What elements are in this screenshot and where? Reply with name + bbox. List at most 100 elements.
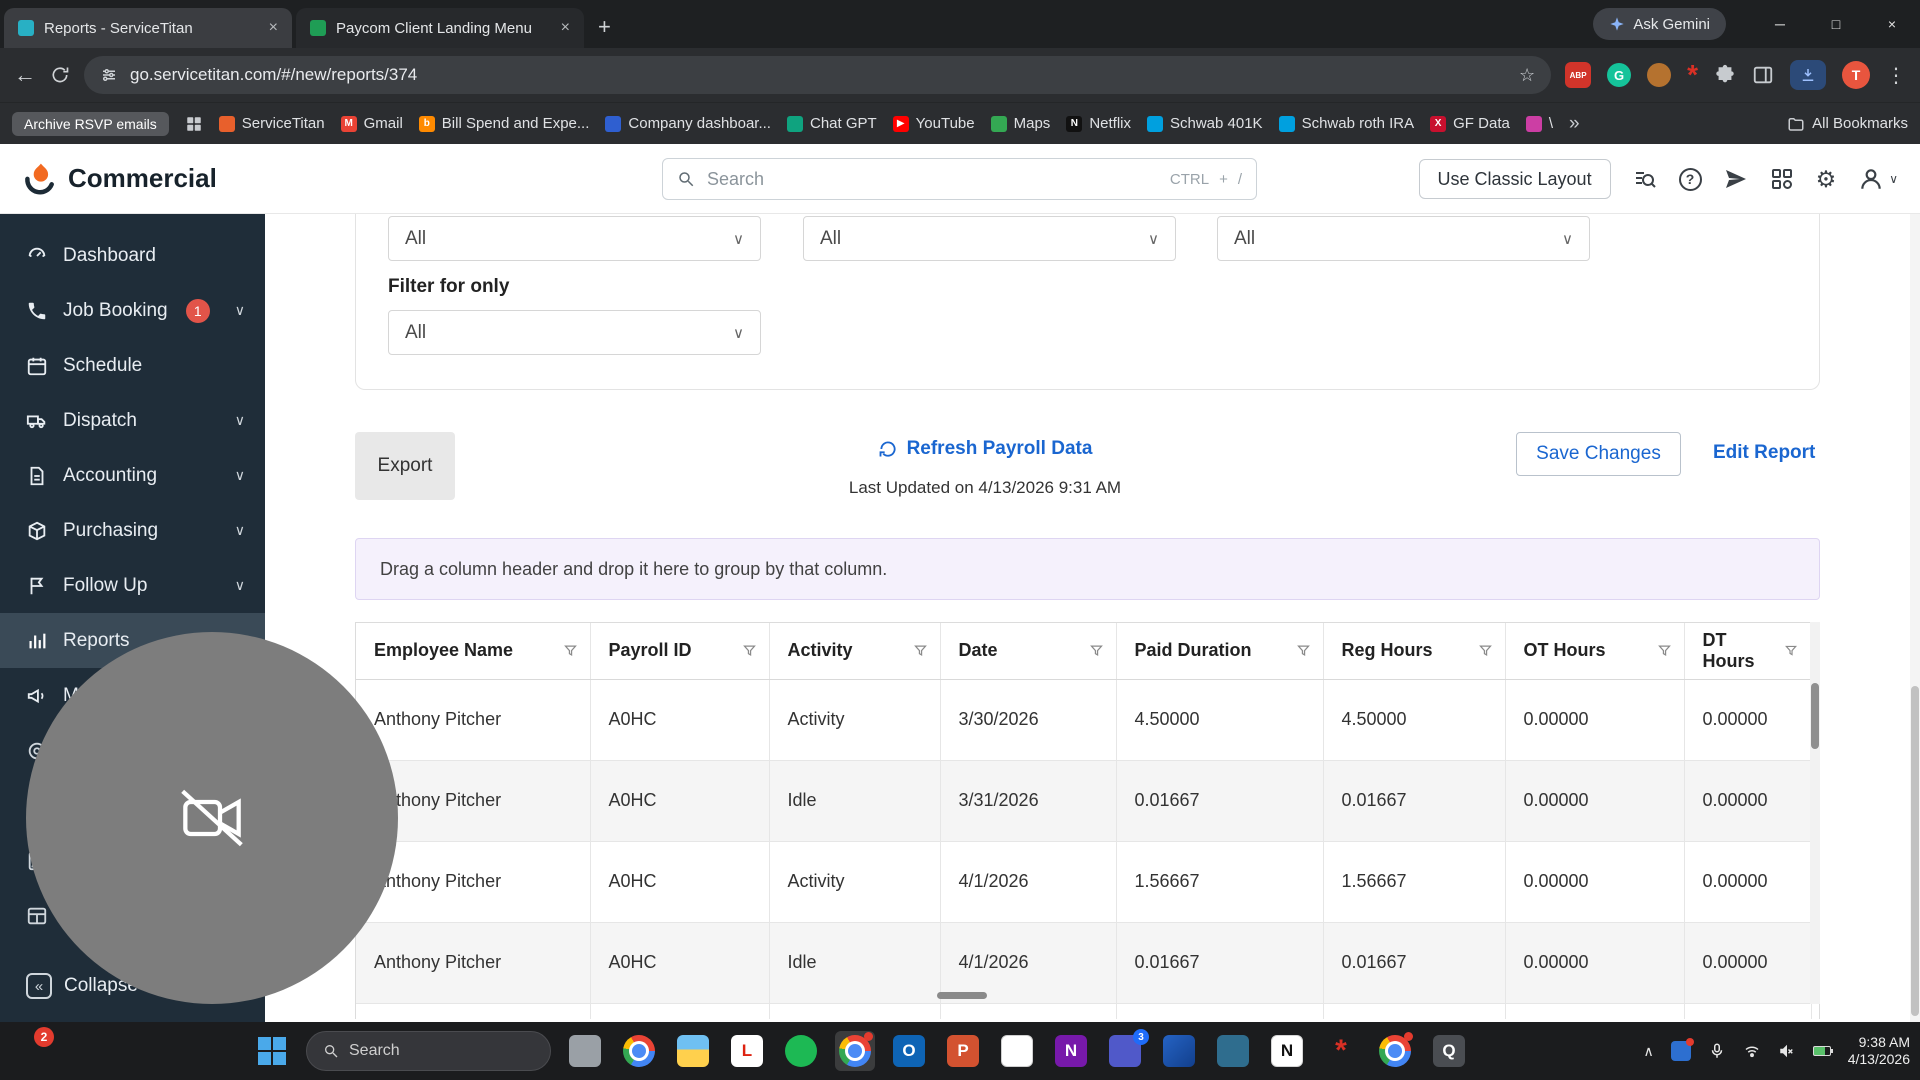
taskbar-icon-q-app[interactable]: Q	[1429, 1031, 1469, 1071]
taskbar-icon-red-asterisk-app[interactable]: *	[1321, 1031, 1361, 1071]
scrollbar-thumb[interactable]	[1811, 683, 1819, 749]
reload-icon[interactable]	[50, 65, 70, 85]
marketplace-grid-icon[interactable]	[1770, 167, 1794, 191]
hidden-icons-chevron[interactable]: ∧	[1643, 1043, 1653, 1060]
taskbar-icon-file-explorer[interactable]	[673, 1031, 713, 1071]
tray-app-icon[interactable]	[1670, 1038, 1694, 1061]
extensions-puzzle-icon[interactable]	[1714, 64, 1736, 86]
bookmark-schwab-401k[interactable]: Schwab 401K	[1147, 115, 1263, 132]
table-horizontal-scrollbar[interactable]	[937, 992, 987, 999]
bookmark-star-icon[interactable]: ☆	[1519, 65, 1535, 86]
taskbar-icon-powerpoint[interactable]: P	[943, 1031, 983, 1071]
grammarly-extension-icon[interactable]: G	[1607, 63, 1632, 87]
bookmark-maps[interactable]: Maps	[990, 115, 1050, 132]
monkey-extension-icon[interactable]	[1647, 63, 1672, 87]
bookmark-chatgpt[interactable]: Chat GPT	[786, 115, 877, 132]
taskbar-icon-onenote[interactable]: N	[1051, 1031, 1091, 1071]
maximize-button[interactable]: □	[1808, 0, 1864, 48]
sidebar-item-accounting[interactable]: Accounting ∨	[0, 448, 265, 503]
side-panel-icon[interactable]	[1752, 64, 1774, 86]
archive-rsvp-pill[interactable]: Archive RSVP emails	[12, 111, 169, 136]
export-button[interactable]: Export	[355, 432, 455, 500]
sidebar-item-dispatch[interactable]: Dispatch ∨	[0, 393, 265, 448]
filter-funnel-icon[interactable]	[1478, 643, 1493, 658]
taskbar-icon-chrome-profile[interactable]	[1375, 1031, 1415, 1071]
adblock-extension-icon[interactable]: ABP	[1565, 62, 1592, 88]
filter-funnel-icon[interactable]	[1784, 643, 1798, 658]
taskbar-icon-document[interactable]	[997, 1031, 1037, 1071]
settings-gear-icon[interactable]: ⚙	[1816, 166, 1837, 193]
sidebar-item-dashboard[interactable]: Dashboard	[0, 228, 265, 283]
filter-funnel-icon[interactable]	[913, 643, 928, 658]
group-by-drop-zone[interactable]: Drag a column header and drop it here to…	[355, 538, 1820, 600]
column-header[interactable]: Activity	[769, 623, 941, 680]
filter-funnel-icon[interactable]	[1657, 643, 1672, 658]
volume-muted-icon[interactable]	[1778, 1042, 1796, 1060]
taskbar-icon-notion[interactable]: N	[1267, 1031, 1307, 1071]
apps-grid-icon[interactable]	[185, 115, 203, 133]
taskbar-icon-chrome-active[interactable]	[835, 1031, 875, 1071]
bookmarks-overflow-icon[interactable]: »	[1569, 113, 1580, 135]
filter-dropdown-2[interactable]: All ∨	[803, 216, 1176, 261]
column-header[interactable]: DT Hours	[1684, 623, 1812, 680]
back-icon[interactable]: ←	[14, 62, 36, 88]
filter-dropdown-1[interactable]: All ∨	[388, 216, 761, 261]
filter-funnel-icon[interactable]	[1089, 643, 1104, 658]
taskbar-icon-window-app[interactable]	[565, 1031, 605, 1071]
send-feedback-icon[interactable]	[1724, 167, 1748, 191]
column-header[interactable]: Reg Hours	[1323, 623, 1506, 680]
servicetitan-logo[interactable]: Commercial	[22, 160, 217, 196]
start-button[interactable]	[252, 1031, 292, 1071]
column-header[interactable]: Employee Name	[356, 623, 591, 680]
table-row[interactable]: Anthony Pitcher A0HC Idle 3/31/2026 0.01667 0…	[356, 760, 1812, 842]
tab-reports-servicetitan[interactable]: Reports - ServiceTitan ×	[4, 8, 292, 48]
filter-funnel-icon[interactable]	[742, 643, 757, 658]
use-classic-layout-button[interactable]: Use Classic Layout	[1418, 159, 1611, 199]
column-header[interactable]: OT Hours	[1505, 623, 1685, 680]
filter-funnel-icon[interactable]	[563, 643, 578, 658]
table-vertical-scrollbar[interactable]	[1810, 622, 1820, 1004]
site-settings-icon[interactable]	[100, 66, 118, 84]
bookmark-gf-data[interactable]: X GF Data	[1430, 115, 1510, 132]
downloads-button[interactable]	[1790, 60, 1826, 90]
taskbar-search[interactable]: Search	[306, 1031, 551, 1071]
microphone-icon[interactable]	[1708, 1042, 1726, 1060]
table-row[interactable]: Anthony Pitcher A0HC Activity 3/30/2026 4.50…	[356, 679, 1812, 761]
password-manager-extension-icon[interactable]: *	[1687, 61, 1698, 89]
refresh-payroll-data-link[interactable]: Refresh Payroll Data	[878, 438, 1092, 460]
bookmark-servicetitan[interactable]: ServiceTitan	[218, 115, 325, 132]
taskbar-icon-spotify[interactable]	[781, 1031, 821, 1071]
filter-funnel-icon[interactable]	[1296, 643, 1311, 658]
browser-menu-icon[interactable]: ⋮	[1886, 63, 1906, 88]
advanced-search-icon[interactable]	[1633, 167, 1657, 191]
filter-dropdown-3[interactable]: All ∨	[1217, 216, 1590, 261]
column-header[interactable]: Date	[940, 623, 1117, 680]
global-search-input[interactable]: Search CTRL + /	[662, 158, 1257, 200]
save-changes-button[interactable]: Save Changes	[1516, 432, 1681, 476]
profile-menu[interactable]: ∨	[1858, 166, 1898, 192]
bookmark-youtube[interactable]: ▶ YouTube	[892, 115, 975, 132]
tab-paycom[interactable]: Paycom Client Landing Menu ×	[296, 8, 584, 48]
edit-report-link[interactable]: Edit Report	[1713, 442, 1815, 464]
table-row[interactable]: Anthony Pitcher A0HC Idle 4/1/2026 0.01667 0.…	[356, 922, 1812, 1004]
taskbar-icon-blue-app[interactable]	[1159, 1031, 1199, 1071]
taskbar-clock[interactable]: 9:38 AM 4/13/2026	[1848, 1034, 1910, 1068]
taskbar-icon-outlook[interactable]: O	[889, 1031, 929, 1071]
ask-gemini-button[interactable]: Ask Gemini	[1593, 8, 1726, 40]
wifi-icon[interactable]	[1743, 1042, 1761, 1060]
bookmark-schwab-roth[interactable]: Schwab roth IRA	[1278, 115, 1414, 132]
bookmark-bill[interactable]: b Bill Spend and Expe...	[418, 115, 589, 132]
sidebar-item-job-booking[interactable]: Job Booking 1 ∨	[0, 283, 265, 338]
taskbar-icon-l-app[interactable]: L	[727, 1031, 767, 1071]
close-window-button[interactable]: ×	[1864, 0, 1920, 48]
help-icon[interactable]: ?	[1678, 167, 1702, 191]
sidebar-item-schedule[interactable]: Schedule	[0, 338, 265, 393]
bookmark-netflix[interactable]: N Netflix	[1066, 115, 1131, 132]
taskbar-icon-teal-app[interactable]	[1213, 1031, 1253, 1071]
column-header[interactable]: Payroll ID	[590, 623, 770, 680]
taskbar-icon-teams[interactable]: 3	[1105, 1029, 1149, 1071]
sidebar-item-purchasing[interactable]: Purchasing ∨	[0, 503, 265, 558]
battery-icon[interactable]	[1812, 1046, 1833, 1056]
taskbar-icon-chrome[interactable]	[619, 1031, 659, 1071]
bookmark-company-dashboard[interactable]: Company dashboar...	[605, 115, 771, 132]
